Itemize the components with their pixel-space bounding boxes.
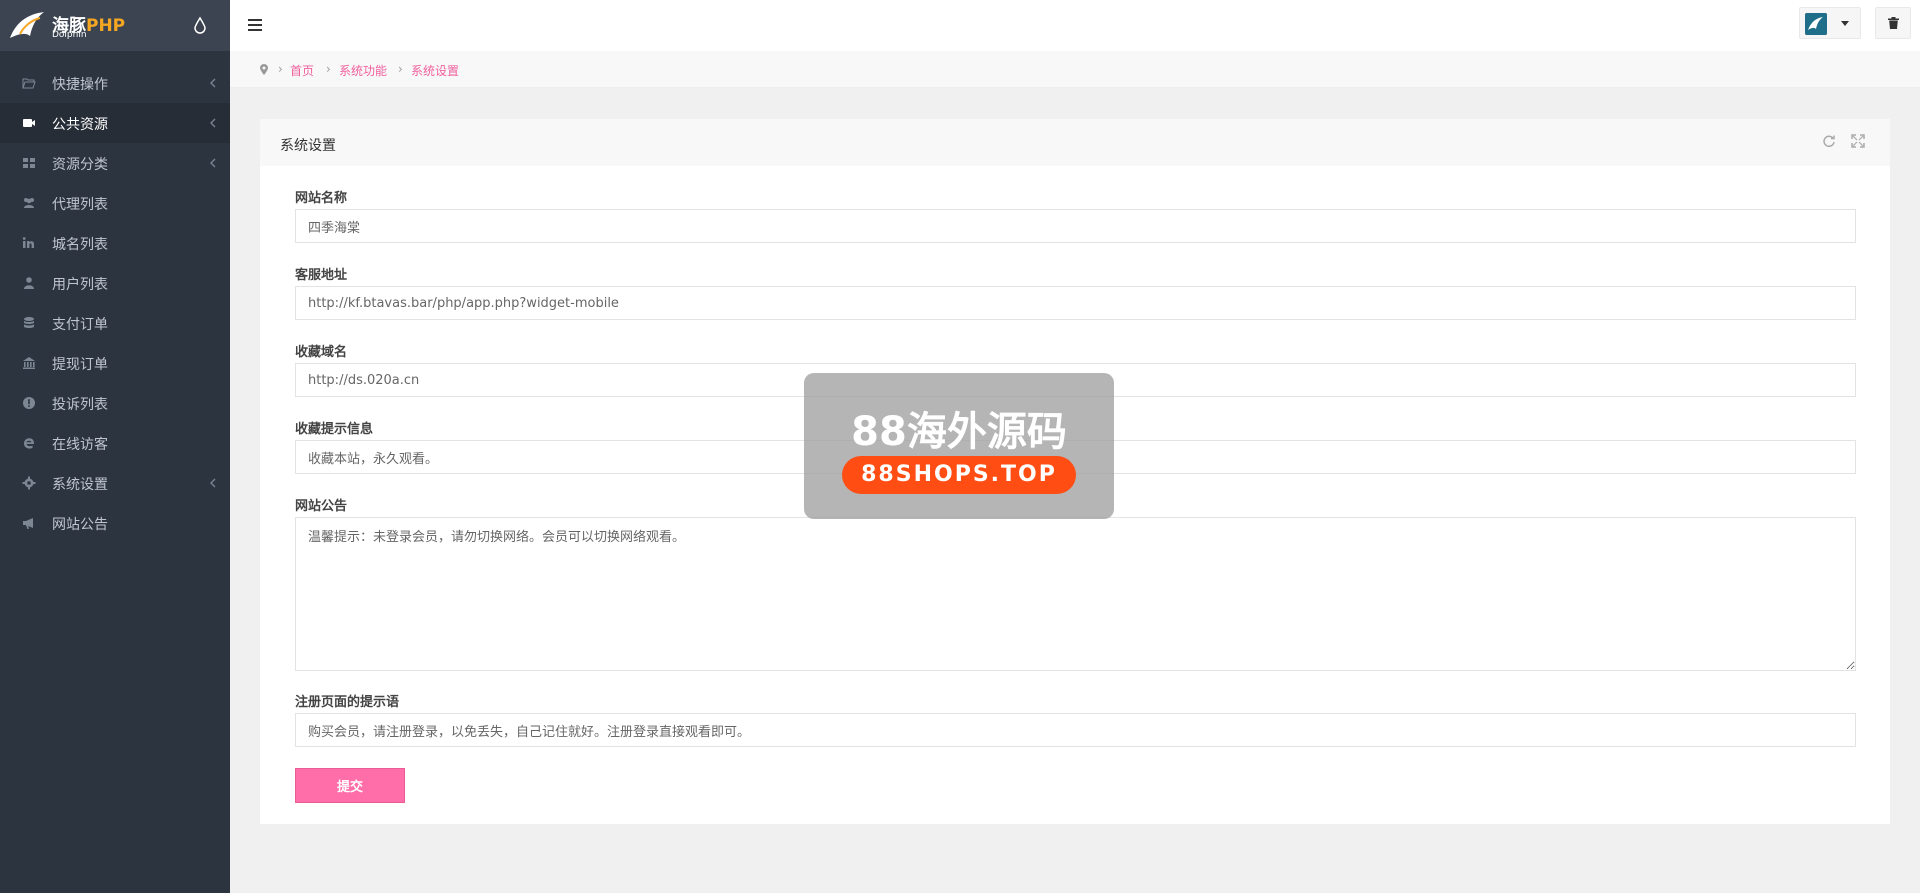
trash-icon (1888, 17, 1899, 29)
breadcrumb-system-functions[interactable]: 系统功能 (339, 62, 387, 79)
site-name-input[interactable] (295, 209, 1856, 243)
video-camera-icon (23, 119, 35, 127)
clear-cache-button[interactable] (1875, 7, 1911, 39)
database-icon (24, 317, 34, 328)
chevron-left-icon (210, 118, 216, 128)
exclamation-circle-icon (23, 397, 35, 409)
sidebar-item-label: 系统设置 (52, 477, 108, 493)
chevron-left-icon (210, 478, 216, 488)
sidebar-item-system-settings[interactable]: 系统设置 (0, 463, 230, 503)
grid-icon (23, 158, 35, 168)
sidebar-item-withdraw-orders[interactable]: 提现订单 (0, 343, 230, 383)
notice-textarea[interactable]: 温馨提示：未登录会员，请勿切换网络。会员可以切换网络观看。 (295, 517, 1856, 671)
sidebar-item-site-announcement[interactable]: 网站公告 (0, 503, 230, 543)
service-url-label: 客服地址 (295, 268, 348, 283)
chevron-left-icon (210, 158, 216, 168)
breadcrumb-home[interactable]: 首页 (290, 62, 314, 79)
bullhorn-icon (23, 518, 33, 529)
watermark-title: 88海外源码 (851, 409, 1067, 455)
chevron-left-icon (210, 78, 216, 88)
sidebar-item-agent-list[interactable]: 代理列表 (0, 183, 230, 223)
service-url-input[interactable] (295, 286, 1856, 320)
fullscreen-icon[interactable] (1851, 134, 1865, 148)
sidebar-item-label: 在线访客 (52, 437, 108, 453)
breadcrumb-separator: › (278, 62, 283, 76)
top-header (230, 0, 1920, 51)
sidebar-item-complaint-list[interactable]: 投诉列表 (0, 383, 230, 423)
bank-icon (23, 357, 35, 369)
page-title: 系统设置 (280, 138, 336, 154)
sidebar-item-payment-orders[interactable]: 支付订单 (0, 303, 230, 343)
refresh-icon[interactable] (1822, 134, 1836, 148)
sidebar-item-label: 投诉列表 (52, 397, 108, 413)
sidebar-item-label: 公共资源 (52, 117, 108, 133)
brand-subtitle: Dolphin (52, 30, 87, 40)
gear-icon (22, 476, 36, 490)
notice-label: 网站公告 (295, 499, 348, 514)
sidebar-item-quick-actions[interactable]: 快捷操作 (0, 63, 230, 103)
folder-open-icon (22, 78, 36, 89)
breadcrumb-separator: › (326, 62, 331, 76)
sidebar-item-label: 网站公告 (52, 517, 108, 533)
breadcrumb: › 首页 › 系统功能 › 系统设置 (230, 51, 1920, 88)
sidebar-menu: 快捷操作 公共资源 资源分类 代理列表 城名列表 用户列表 支付订单 提现订单 … (0, 63, 230, 543)
site-name-label: 网站名称 (295, 191, 348, 206)
user-menu-button[interactable] (1799, 7, 1861, 39)
sidebar-item-label: 城名列表 (52, 237, 108, 253)
users-icon (24, 198, 34, 208)
sidebar: 海豚PHP Dolphin 快捷操作 公共资源 资源分类 代理列表 城名列表 用… (0, 0, 230, 893)
hamburger-menu-icon[interactable] (248, 19, 262, 31)
map-marker-icon (260, 64, 268, 75)
water-drop-icon[interactable] (192, 16, 208, 34)
panel-header: 系统设置 (260, 119, 1890, 166)
sidebar-item-resource-categories[interactable]: 资源分类 (0, 143, 230, 183)
sidebar-item-user-list[interactable]: 用户列表 (0, 263, 230, 303)
breadcrumb-system-settings[interactable]: 系统设置 (411, 62, 459, 79)
register-tip-input[interactable] (295, 713, 1856, 747)
submit-button[interactable]: 提交 (295, 768, 405, 803)
watermark-url: 88SHOPS.TOP (842, 456, 1076, 494)
caret-down-icon (1841, 21, 1849, 26)
bookmark-domain-label: 收藏域名 (295, 345, 348, 360)
sidebar-item-label: 代理列表 (52, 197, 108, 213)
bookmark-tip-label: 收藏提示信息 (295, 422, 374, 437)
sidebar-item-label: 提现订单 (52, 357, 108, 373)
sidebar-item-public-resources[interactable]: 公共资源 (0, 103, 230, 143)
watermark-overlay: 88海外源码 88SHOPS.TOP (804, 373, 1114, 519)
sidebar-item-label: 快捷操作 (52, 77, 108, 93)
user-icon (24, 277, 34, 289)
ie-icon (24, 438, 34, 449)
avatar (1805, 13, 1827, 35)
sidebar-item-label: 资源分类 (52, 157, 108, 173)
sidebar-item-label: 支付订单 (52, 317, 108, 333)
sidebar-item-domain-list[interactable]: 城名列表 (0, 223, 230, 263)
brand-bar: 海豚PHP Dolphin (0, 0, 230, 51)
sidebar-item-label: 用户列表 (52, 277, 108, 293)
breadcrumb-separator: › (398, 62, 403, 76)
linkedin-icon (22, 237, 34, 248)
sidebar-item-online-visitors[interactable]: 在线访客 (0, 423, 230, 463)
register-tip-label: 注册页面的提示语 (295, 695, 400, 710)
